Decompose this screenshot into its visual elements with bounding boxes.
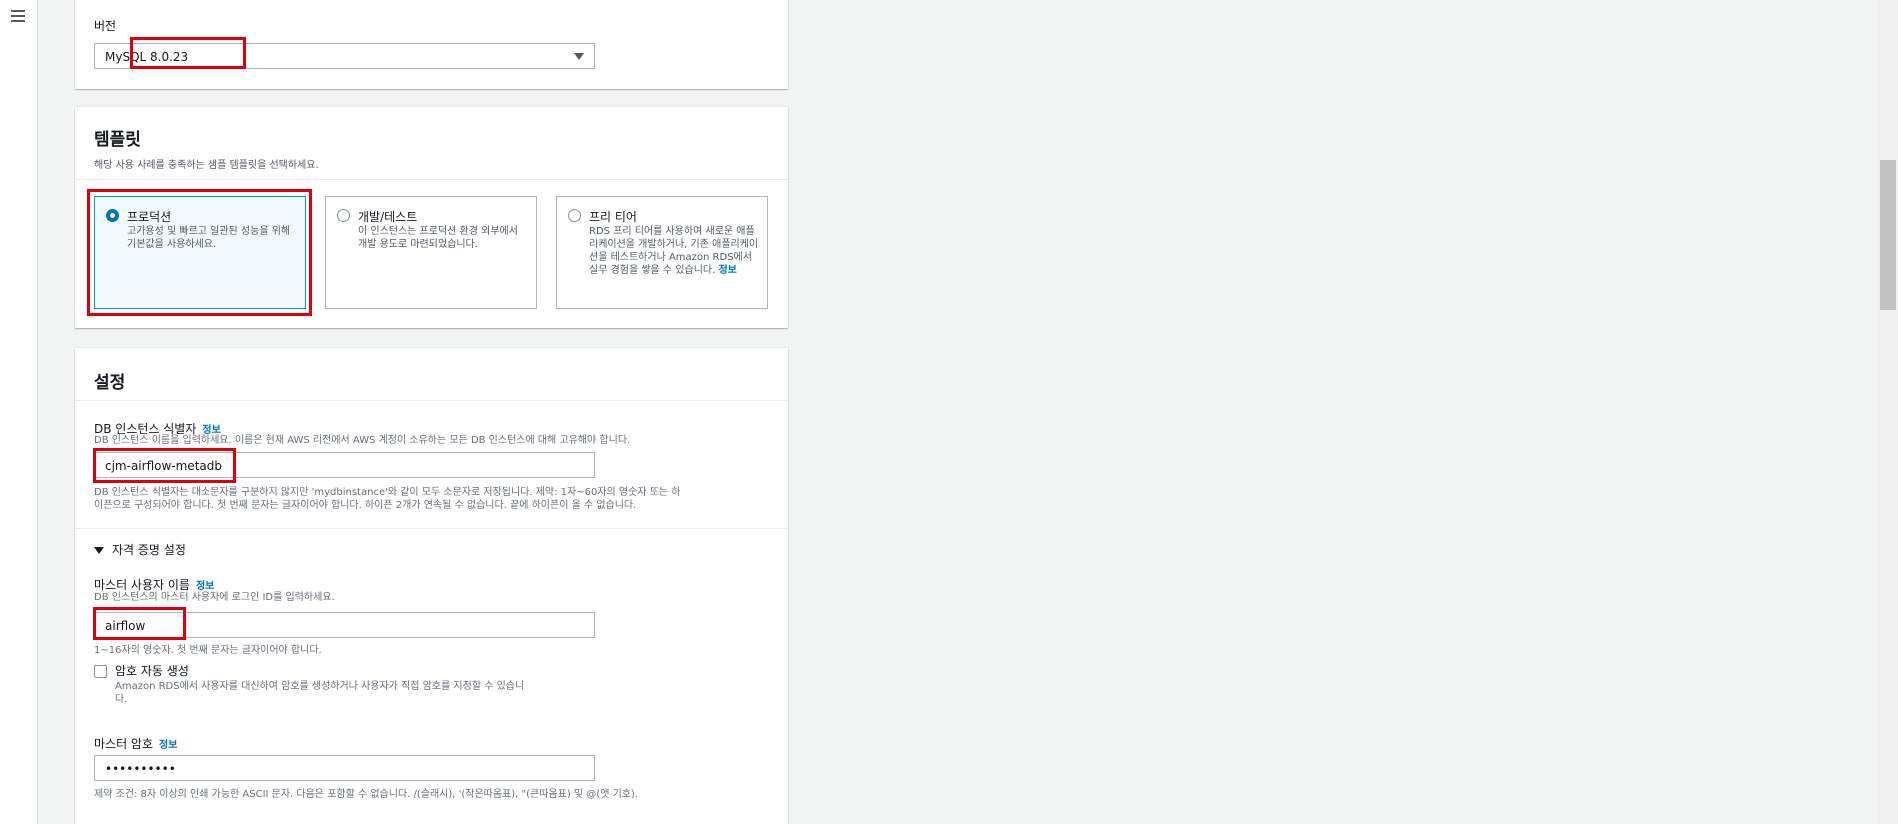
auto-password-description: Amazon RDS에서 사용자를 대신하여 암호를 생성하거나 사용자가 직접… — [115, 681, 525, 705]
template-title: 템플릿 — [94, 130, 141, 150]
identifier-constraint: DB 인스턴스 식별자는 대소문자를 구분하지 않지만 'mydbinstanc… — [94, 487, 681, 511]
radio-production[interactable] — [106, 209, 119, 222]
scrollbar[interactable] — [1878, 0, 1898, 824]
hamburger-menu-icon[interactable] — [11, 10, 25, 22]
template-option-description: 이 인스턴스는 프로덕션 환경 외부에서 개발 용도로 마련되었습니다. — [358, 226, 518, 250]
identifier-input[interactable]: cjm-airflow-metadb — [94, 452, 595, 478]
radio-dev-test[interactable] — [337, 209, 350, 222]
settings-panel: 설정 DB 인스턴스 식별자 정보 DB 인스턴스 이름을 입력하세요. 이름은 … — [75, 348, 788, 824]
password-input[interactable]: •••••••••• — [94, 755, 595, 781]
main-content: 버전 MySQL 8.0.23 템플릿 해당 사용 사례를 충족하는 샘플 템플… — [38, 0, 1878, 824]
credentials-section-title: 자격 증명 설정 — [112, 543, 186, 557]
info-link[interactable]: 정보 — [159, 740, 177, 751]
template-option-description: RDS 프리 티어를 사용하여 새로운 애플리케이션을 개발하거나, 기존 애플… — [589, 226, 759, 276]
template-option-production[interactable]: 프로덕션 고가용성 및 빠르고 일관된 성능을 위해 기본값을 사용하세요. — [94, 196, 306, 309]
username-label: 마스터 사용자 이름 — [94, 578, 190, 592]
caret-down-icon — [94, 547, 104, 554]
info-link[interactable]: 정보 — [718, 265, 736, 276]
identifier-description: DB 인스턴스 이름을 입력하세요. 이름은 현재 AWS 리전에서 AWS 계… — [94, 435, 631, 446]
template-option-title: 프리 티어 — [589, 210, 637, 224]
credentials-section-toggle[interactable]: 자격 증명 설정 — [94, 541, 186, 558]
username-value: airflow — [105, 619, 146, 633]
identifier-value: cjm-airflow-metadb — [105, 459, 222, 473]
username-input[interactable]: airflow — [94, 612, 595, 638]
password-label: 마스터 암호 — [94, 737, 154, 751]
template-option-title: 프로덕션 — [127, 210, 172, 224]
version-label: 버전 — [94, 19, 117, 33]
scrollbar-thumb[interactable] — [1880, 160, 1896, 310]
template-option-description: 고가용성 및 빠르고 일관된 성능을 위해 기본값을 사용하세요. — [127, 226, 291, 250]
template-option-title: 개발/테스트 — [358, 210, 418, 224]
version-select[interactable]: MySQL 8.0.23 — [94, 43, 595, 69]
auto-password-checkbox[interactable] — [94, 665, 107, 678]
template-option-free-tier[interactable]: 프리 티어 RDS 프리 티어를 사용하여 새로운 애플리케이션을 개발하거나,… — [556, 196, 768, 309]
password-constraint: 제약 조건: 8자 이상의 인쇄 가능한 ASCII 문자. 다음은 포함할 수… — [94, 789, 639, 800]
username-description: DB 인스턴스의 마스터 사용자에 로그인 ID를 입력하세요. — [94, 592, 335, 603]
radio-free-tier[interactable] — [568, 209, 581, 222]
username-constraint: 1~16자의 영숫자. 첫 번째 문자는 글자이어야 합니다. — [94, 645, 322, 656]
template-description: 해당 사용 사례를 충족하는 샘플 템플릿을 선택하세요. — [94, 160, 319, 171]
password-label-row: 마스터 암호 정보 — [94, 733, 177, 752]
chevron-down-icon — [574, 53, 584, 60]
engine-options-panel: 버전 MySQL 8.0.23 — [75, 0, 788, 89]
settings-title: 설정 — [94, 373, 126, 393]
auto-password-label: 암호 자동 생성 — [115, 664, 189, 678]
version-select-value: MySQL 8.0.23 — [105, 50, 189, 64]
template-option-dev-test[interactable]: 개발/테스트 이 인스턴스는 프로덕션 환경 외부에서 개발 용도로 마련되었습… — [325, 196, 537, 309]
password-value: •••••••••• — [105, 762, 176, 776]
sidebar — [0, 0, 38, 824]
